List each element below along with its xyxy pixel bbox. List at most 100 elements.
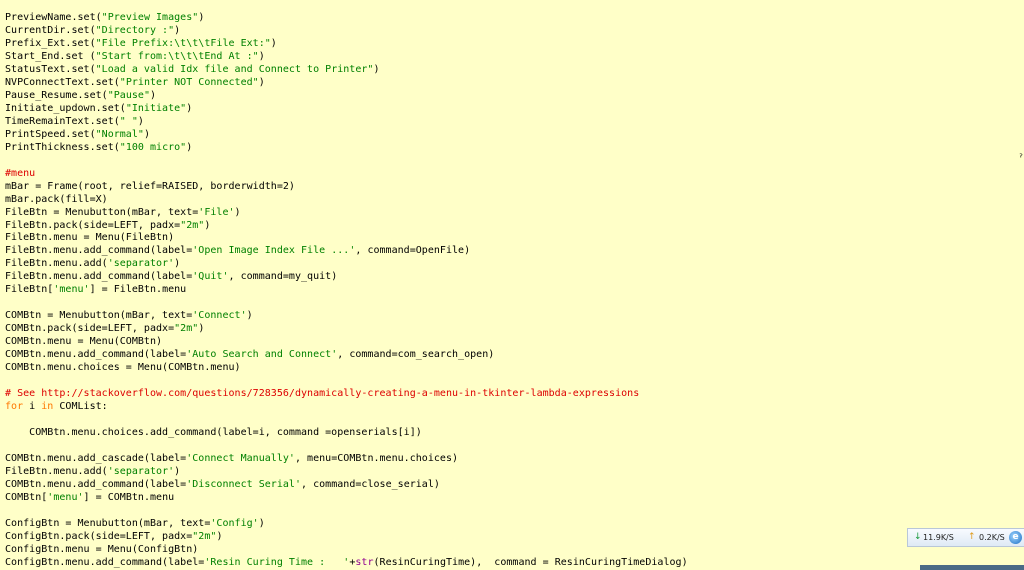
- code-token: ConfigBtn = Menubutton(mBar, text=: [5, 517, 211, 529]
- code-token: ): [258, 50, 265, 62]
- code-line: ConfigBtn = Menubutton(mBar, text='Confi…: [5, 518, 688, 531]
- code-string: 'Connect Manually': [186, 452, 295, 464]
- code-string: "Directory :": [95, 24, 175, 36]
- code-token: COMBtn.menu.choices.add_command(label=i,…: [5, 427, 422, 438]
- code-line: ConfigBtn.pack(side=LEFT, padx="2m"): [5, 531, 688, 544]
- code-line: COMBtn.pack(side=LEFT, padx="2m"): [5, 323, 688, 336]
- taskbar-edge: [920, 565, 1024, 570]
- code-line: ​: [5, 375, 688, 388]
- code-token: Start_End.set (: [5, 50, 96, 62]
- upload-arrow-icon: ↑: [968, 532, 976, 542]
- code-string: "2m": [180, 219, 205, 231]
- code-string: 'Open Image Index File ...': [192, 245, 356, 257]
- code-token: , menu=COMBtn.menu.choices): [294, 452, 459, 464]
- code-token: FileBtn.menu.add(: [5, 258, 108, 270]
- code-line: # See http://stackoverflow.com/questions…: [5, 388, 688, 401]
- code-text-area[interactable]: PreviewName.set("Preview Images") Current…: [5, 12, 688, 570]
- code-token: Prefix_Ext.set(: [5, 37, 96, 49]
- code-token: FileBtn.menu = Menu(FileBtn): [5, 232, 175, 244]
- code-string: 'Config': [210, 517, 259, 529]
- code-token: ): [198, 12, 205, 23]
- code-line: NVPConnectText.set("Printer NOT Connecte…: [5, 77, 688, 90]
- code-token: ConfigBtn.menu = Menu(ConfigBtn): [5, 543, 199, 555]
- code-line: FileBtn.pack(side=LEFT, padx="2m"): [5, 220, 688, 233]
- code-line: mBar.pack(fill=X): [5, 194, 688, 207]
- download-arrow-icon: ↓: [914, 532, 922, 542]
- code-string: "Start from:\t\t\tEnd At :": [95, 50, 259, 62]
- code-line: PrintSpeed.set("Normal"): [5, 129, 688, 142]
- code-string: "Preview Images": [101, 12, 199, 23]
- code-string: "File Prefix:\t\t\tFile Ext:": [95, 37, 271, 49]
- code-token: , command=OpenFile): [355, 245, 471, 257]
- code-string: 'menu': [47, 491, 84, 503]
- code-string: "2m": [174, 323, 199, 335]
- code-line: FileBtn.menu = Menu(FileBtn): [5, 232, 688, 245]
- code-token: PrintSpeed.set(: [5, 128, 96, 140]
- code-line: COMBtn.menu.add_command(label='Auto Sear…: [5, 349, 688, 362]
- code-string: "Normal": [95, 128, 144, 140]
- code-token: COMBtn.menu.choices = Menu(COMBtn.menu): [5, 362, 241, 374]
- code-string: " ": [119, 115, 138, 127]
- code-line: COMBtn = Menubutton(mBar, text='Connect'…: [5, 310, 688, 323]
- code-line: PrintThickness.set("100 micro"): [5, 142, 688, 155]
- code-string: "2m": [192, 530, 217, 542]
- code-line: Prefix_Ext.set("File Prefix:\t\t\tFile E…: [5, 38, 688, 51]
- code-comment: # See http://stackoverflow.com/questions…: [5, 388, 640, 400]
- code-token: ): [143, 128, 150, 140]
- code-line: COMBtn.menu.choices.add_command(label=i,…: [5, 427, 688, 440]
- code-line: Start_End.set ("Start from:\t\t\tEnd At …: [5, 51, 688, 64]
- code-token: ConfigBtn.menu.add_command(label=: [5, 556, 205, 568]
- code-line: FileBtn.menu.add('separator'): [5, 466, 688, 479]
- code-string: 'menu': [53, 284, 90, 296]
- code-line: FileBtn.menu.add('separator'): [5, 258, 688, 271]
- code-line: Initiate_updown.set("Initiate"): [5, 103, 688, 116]
- code-token: , command=my_quit): [228, 271, 338, 283]
- code-token: NVPConnectText.set(: [5, 76, 120, 88]
- code-token: ): [258, 517, 265, 529]
- code-line: ConfigBtn.menu.add_command(label='Resin …: [5, 557, 688, 570]
- code-string: "Pause": [107, 89, 150, 101]
- browser-icon[interactable]: e: [1009, 531, 1022, 544]
- code-token: ] = COMBtn.menu: [83, 491, 175, 503]
- code-line: FileBtn['menu'] = FileBtn.menu: [5, 284, 688, 297]
- code-token: PreviewName.set(: [5, 12, 102, 23]
- code-token: COMBtn.menu.add_command(label=: [5, 349, 187, 361]
- code-line: ConfigBtn.menu = Menu(ConfigBtn): [5, 544, 688, 557]
- code-line: for i in COMList:: [5, 401, 688, 414]
- download-speed: 11.9K/S: [923, 533, 954, 542]
- code-token: mBar.pack(fill=X): [5, 193, 108, 205]
- code-token: ): [186, 102, 193, 114]
- code-token: FileBtn = Menubutton(mBar, text=: [5, 206, 199, 218]
- code-string: 'Quit': [192, 271, 229, 283]
- code-token: (ResinCuringTime), command = ResinCuring…: [373, 556, 688, 568]
- code-token: ): [174, 465, 181, 477]
- code-line: COMBtn.menu = Menu(COMBtn): [5, 336, 688, 349]
- code-editor[interactable]: PreviewName.set("Preview Images") Current…: [0, 0, 1024, 570]
- code-string: "Initiate": [125, 102, 187, 114]
- code-string: 'Resin Curing Time : ': [204, 556, 350, 568]
- code-line: COMBtn.menu.add_command(label='Disconnec…: [5, 479, 688, 492]
- code-line: ​: [5, 414, 688, 427]
- code-token: COMBtn.menu.add_cascade(label=: [5, 452, 187, 464]
- code-line: StatusText.set("Load a valid Idx file an…: [5, 64, 688, 77]
- code-token: TimeRemainText.set(: [5, 115, 120, 127]
- code-token: ): [258, 76, 265, 88]
- code-string: 'Disconnect Serial': [186, 478, 301, 490]
- code-token: ConfigBtn.pack(side=LEFT, padx=: [5, 530, 193, 542]
- code-line: Pause_Resume.set("Pause"): [5, 90, 688, 103]
- network-speed-widget[interactable]: ↓ 11.9K/S ↑ 0.2K/S e: [907, 528, 1024, 547]
- code-line: #menu: [5, 168, 688, 181]
- code-line: ​: [5, 155, 688, 168]
- code-string: 'Auto Search and Connect': [186, 349, 338, 361]
- code-token: ): [198, 323, 205, 335]
- code-line: mBar = Frame(root, relief=RAISED, border…: [5, 181, 688, 194]
- code-token: StatusText.set(: [5, 63, 96, 75]
- code-line: COMBtn.menu.add_cascade(label='Connect M…: [5, 453, 688, 466]
- code-string: 'File': [198, 206, 235, 218]
- code-token: COMBtn.menu.add_command(label=: [5, 478, 187, 490]
- code-line: COMBtn['menu'] = COMBtn.menu: [5, 492, 688, 505]
- code-token: ): [216, 530, 223, 542]
- code-token: ): [373, 63, 380, 75]
- code-line: ​: [5, 297, 688, 310]
- code-comment: #menu: [5, 167, 36, 179]
